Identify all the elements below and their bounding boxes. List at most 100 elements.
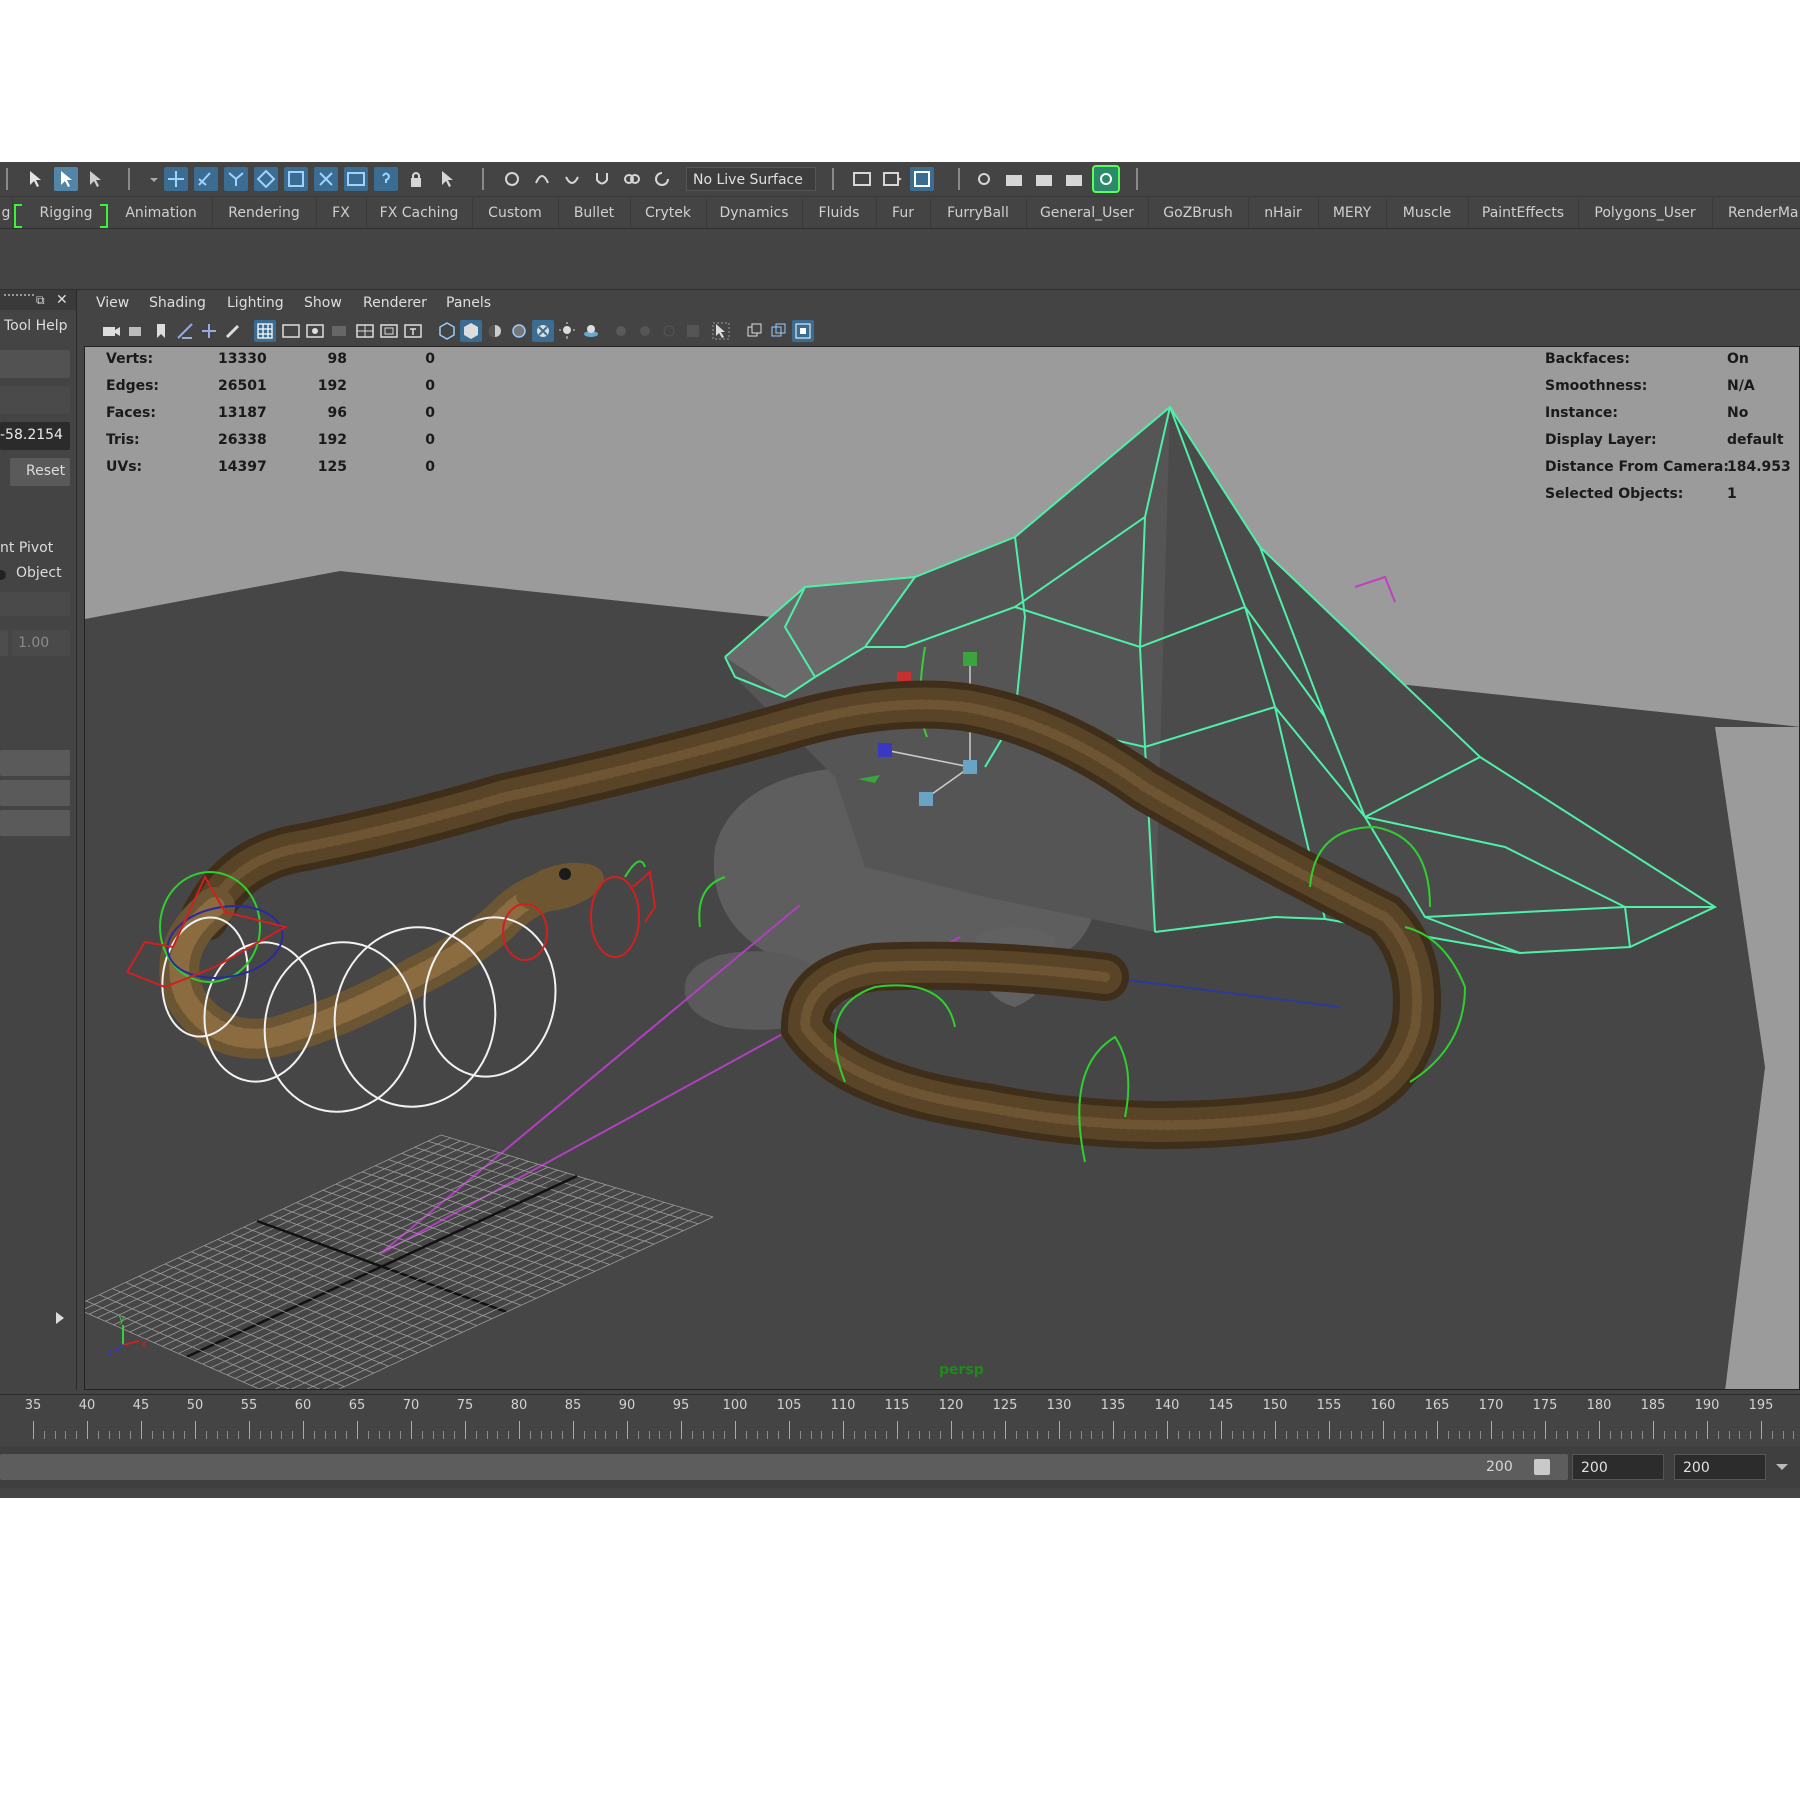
xray-icon[interactable] [744, 320, 766, 342]
safe-title-icon[interactable] [402, 320, 424, 342]
link-icon[interactable] [620, 167, 644, 191]
shelf-tab-painteffects[interactable]: PaintEffects [1468, 198, 1579, 228]
shelf-tab-gozbrush[interactable]: GoZBrush [1148, 198, 1249, 228]
lasso-tool-icon[interactable] [54, 167, 78, 191]
range-slider-track[interactable] [0, 1454, 1568, 1480]
render-settings-icon[interactable] [910, 167, 934, 191]
resolution-gate-icon[interactable] [304, 320, 326, 342]
menu-chevron-icon[interactable] [142, 167, 166, 191]
perspective-viewport[interactable]: y z x Verts: 13330 98 0 Edges: 26501 192 0 Faces… [84, 346, 1800, 1390]
menu-renderer[interactable]: Renderer [363, 290, 427, 316]
settings-field[interactable] [0, 592, 70, 616]
shelf-tab-rendering[interactable]: Rendering [212, 198, 317, 228]
settings-field[interactable] [0, 630, 8, 656]
select-tool-icon[interactable] [24, 167, 48, 191]
hypershade-icon[interactable] [1092, 165, 1120, 193]
grid-toggle-icon[interactable] [254, 320, 276, 342]
float-panel-icon[interactable]: ⧉ [36, 293, 50, 307]
tool-help-label[interactable]: Tool Help [4, 318, 68, 334]
wireframe-on-shaded-icon[interactable] [508, 320, 530, 342]
shelf-tab-general-user[interactable]: General_User [1026, 198, 1149, 228]
construction-history-icon[interactable] [500, 167, 524, 191]
help-icon[interactable] [374, 167, 398, 191]
ipr-render-icon[interactable] [1032, 167, 1056, 191]
menu-panels[interactable]: Panels [446, 290, 491, 316]
shelf-tab-fx[interactable]: FX [316, 198, 367, 228]
motion-blur-icon[interactable] [634, 320, 656, 342]
wireframe-shading-icon[interactable] [436, 320, 458, 342]
2d-pan-zoom-icon[interactable] [198, 320, 220, 342]
panel-button[interactable] [0, 810, 70, 836]
render-region-icon[interactable] [850, 167, 874, 191]
safe-action-icon[interactable] [378, 320, 400, 342]
shelf-tab-fx-caching[interactable]: FX Caching [366, 198, 473, 228]
playback-end-field[interactable]: 200 [1674, 1454, 1766, 1480]
shelf-tab-nhair[interactable]: nHair [1248, 198, 1319, 228]
render-frame-icon[interactable] [880, 167, 904, 191]
close-icon[interactable]: ✕ [56, 293, 70, 307]
render-view-icon[interactable] [972, 167, 996, 191]
depth-of-field-icon[interactable] [682, 320, 704, 342]
chevron-down-icon[interactable] [1776, 1464, 1788, 1470]
panel-button[interactable] [0, 750, 70, 776]
coord-field[interactable]: -58.2154 [0, 422, 70, 450]
weight-field[interactable]: 1.00 [12, 630, 70, 656]
output-operations-icon[interactable] [560, 167, 584, 191]
textured-icon[interactable] [532, 320, 554, 342]
live-surface-field[interactable]: No Live Surface [686, 167, 816, 191]
lock-icon[interactable] [404, 167, 428, 191]
shelf-tab-mery[interactable]: MERY [1318, 198, 1387, 228]
snap-point-icon[interactable] [224, 167, 248, 191]
refresh-icon[interactable] [650, 167, 674, 191]
camera-attributes-icon[interactable] [126, 320, 148, 342]
grease-pencil-icon[interactable] [222, 320, 244, 342]
shelf-tab-polygons-user[interactable]: Polygons_User [1578, 198, 1713, 228]
menu-shading[interactable]: Shading [149, 290, 206, 316]
snap-curve-icon[interactable] [194, 167, 218, 191]
camera-icon[interactable] [100, 320, 122, 342]
shelf-tab-muscle[interactable]: Muscle [1386, 198, 1469, 228]
render-batch-icon[interactable] [1062, 167, 1086, 191]
ambient-occlusion-icon[interactable] [610, 320, 632, 342]
panel-button[interactable] [0, 780, 70, 806]
lights-icon[interactable] [556, 320, 578, 342]
snap-live-icon[interactable] [284, 167, 308, 191]
shelf-tab-crytek[interactable]: Crytek [630, 198, 707, 228]
snap-grid-icon[interactable] [164, 167, 188, 191]
shelf-tab-bullet[interactable]: Bullet [558, 198, 631, 228]
input-operations-icon[interactable] [530, 167, 554, 191]
settings-field[interactable] [0, 386, 70, 414]
scene-canvas[interactable]: y z x [85, 347, 1800, 1390]
animation-end-field[interactable]: 200 [1572, 1454, 1664, 1480]
gate-mask-icon[interactable] [328, 320, 350, 342]
image-plane-icon[interactable] [174, 320, 196, 342]
bookmark-icon[interactable] [150, 320, 172, 342]
shelf-tab-animation[interactable]: Animation [110, 198, 213, 228]
paint-select-icon[interactable] [84, 167, 108, 191]
shelf-tab-rigging[interactable]: Rigging [24, 198, 108, 228]
xray-joints-icon[interactable] [768, 320, 790, 342]
snap-projected-center-icon[interactable] [314, 167, 338, 191]
select-highlight-icon[interactable] [434, 167, 458, 191]
object-radio[interactable] [0, 570, 6, 580]
shelf-tab-custom[interactable]: Custom [472, 198, 559, 228]
snap-view-plane-icon[interactable] [254, 167, 278, 191]
film-gate-icon[interactable] [280, 320, 302, 342]
shelf-tab-fur[interactable]: Fur [876, 198, 931, 228]
field-chart-icon[interactable] [354, 320, 376, 342]
isolate-select-icon[interactable] [710, 320, 732, 342]
anti-aliasing-icon[interactable] [658, 320, 680, 342]
xray-active-components-icon[interactable] [792, 320, 814, 342]
time-slider[interactable]: 35 40 45 50 55 60 65 70 75 80 85 90 95 100 105 110 115 12… [0, 1394, 1800, 1445]
shadows-icon[interactable] [580, 320, 602, 342]
panel-drag-handle[interactable] [4, 294, 34, 306]
menu-show[interactable]: Show [304, 290, 342, 316]
reset-button[interactable]: Reset [10, 458, 70, 486]
shelf-tab-furryball[interactable]: FurryBall [930, 198, 1027, 228]
shelf-tab[interactable]: g [0, 198, 13, 228]
magnet-icon[interactable] [590, 167, 614, 191]
clapper-icon[interactable] [1002, 167, 1026, 191]
expand-arrow-icon[interactable] [56, 1312, 64, 1324]
film-strip-icon[interactable] [344, 167, 368, 191]
shelf-tab-dynamics[interactable]: Dynamics [706, 198, 803, 228]
